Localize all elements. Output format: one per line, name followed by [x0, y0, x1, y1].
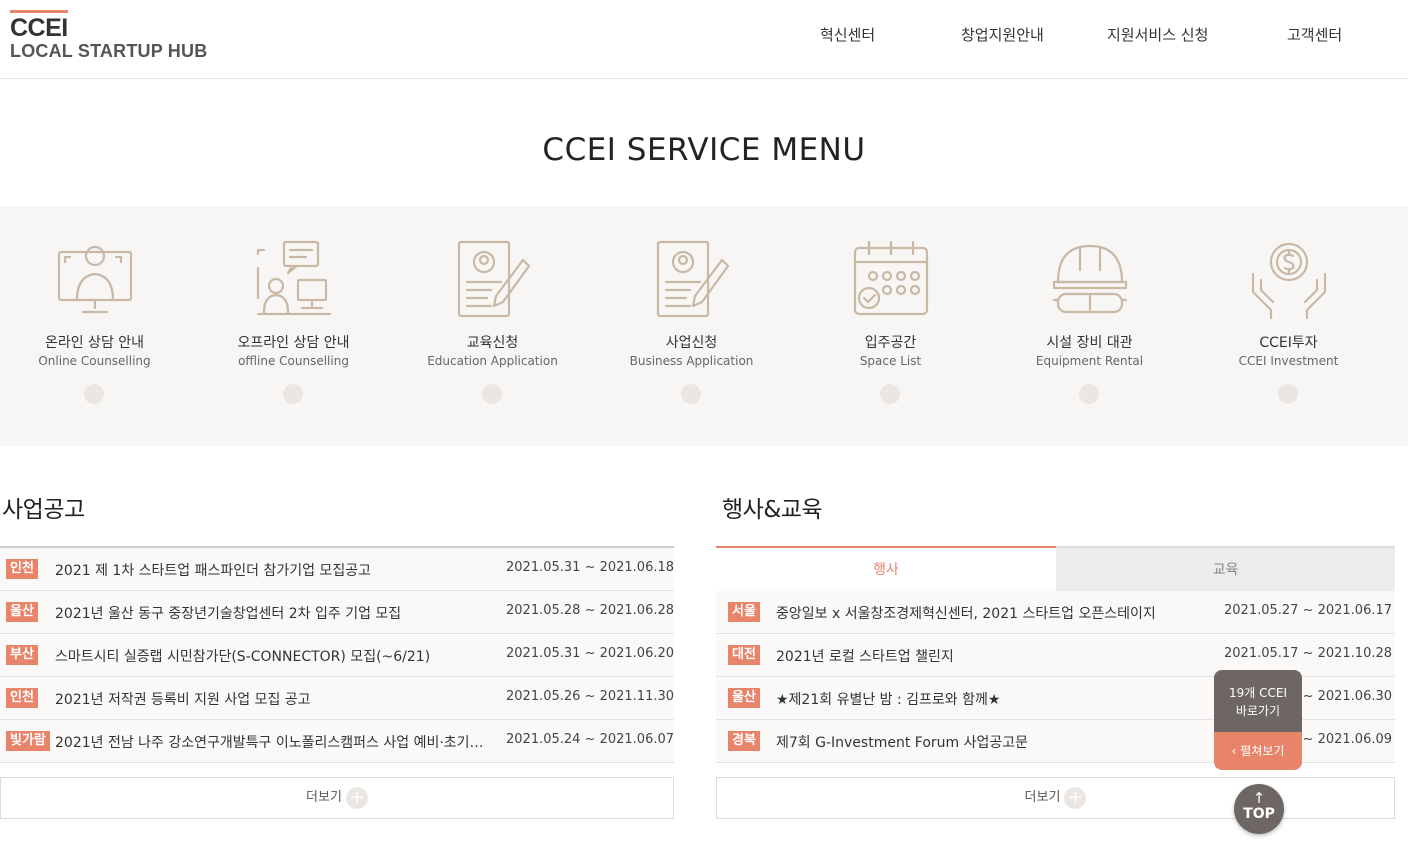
nav-innovation-center[interactable]: 혁신센터 — [820, 24, 875, 45]
notice-row[interactable]: 울산 2021년 울산 동구 중장년기술창업센터 2차 입주 기업 모집 202… — [0, 591, 674, 634]
safety-helmet-icon — [1052, 244, 1128, 314]
service-dot — [84, 384, 104, 404]
notice-period: 2021.05.28 ~ 2021.06.28 — [506, 603, 675, 618]
service-menu-band: 온라인 상담 안내 Online Counselling 오프라인 상담 안내 … — [0, 206, 1408, 446]
notice-title-text: 사업공고 — [2, 497, 85, 523]
site-header: CCEI LOCAL STARTUP HUB 혁신센터 창업지원안내 지원서비스… — [0, 0, 1408, 79]
notice-row[interactable]: 빛가람 2021년 전남 나주 강소연구개발특구 이노폴리스캠퍼스 사업 예비·… — [0, 720, 674, 763]
notice-title[interactable]: 2021년 전남 나주 강소연구개발특구 이노폴리스캠퍼스 사업 예비·초기창업… — [55, 732, 490, 752]
event-tabs: 행사 교육 — [716, 546, 1395, 591]
nav-customer-center[interactable]: 고객센터 — [1287, 24, 1342, 45]
region-badge: 경북 — [728, 731, 760, 751]
notice-title[interactable]: 2021년 울산 동구 중장년기술창업센터 2차 입주 기업 모집 — [55, 603, 495, 623]
quick-expand-button[interactable]: ‹ 펼쳐보기 — [1214, 732, 1302, 770]
notice-list: 인천 2021 제 1차 스타트업 패스파인더 참가기업 모집공고 2021.0… — [0, 546, 674, 763]
event-title[interactable]: 2021년 로컬 스타트업 챌린지 — [776, 646, 1216, 666]
service-dot — [283, 384, 303, 404]
quick-line1: 19개 CCEI — [1228, 686, 1287, 700]
notice-section-title: 사업공고 — [2, 490, 93, 526]
tab-education[interactable]: 교육 — [1056, 546, 1395, 591]
event-period: 2021.05.17 ~ 2021.10.28 — [1224, 646, 1393, 661]
calendar-icon — [853, 240, 929, 316]
region-badge: 서울 — [728, 602, 760, 622]
service-label-en: Online Counselling — [38, 354, 151, 368]
logo-accent-bar — [10, 10, 68, 13]
service-title-text: CCEI SERVICE MENU — [542, 132, 866, 168]
region-badge: 인천 — [6, 559, 38, 579]
service-label-ko: 시설 장비 대관 — [1046, 335, 1133, 351]
online-counselling-icon — [57, 245, 133, 314]
quick-toggle-label: 펼쳐보기 — [1240, 744, 1285, 758]
region-badge: 빛가람 — [6, 731, 50, 751]
event-title[interactable]: 제7회 G-Investment Forum 사업공고문 — [776, 732, 1216, 752]
service-label-en: offline Counselling — [238, 354, 349, 368]
nav-service-application[interactable]: 지원서비스 신청 — [1107, 24, 1208, 45]
notice-period: 2021.05.26 ~ 2021.11.30 — [506, 689, 675, 704]
service-label-ko: 입주공간 — [864, 335, 917, 351]
top-label: TOP — [1243, 806, 1275, 822]
site-logo[interactable]: CCEI LOCAL STARTUP HUB — [10, 10, 207, 62]
service-title: CCEI SERVICE MENU — [520, 130, 888, 172]
service-label-en: Education Application — [427, 354, 558, 368]
more-label: 더보기 — [1024, 790, 1061, 805]
service-label-ko: 교육신청 — [466, 335, 519, 351]
notice-period: 2021.05.31 ~ 2021.06.18 — [506, 560, 675, 575]
event-row[interactable]: 서울 중앙일보 x 서울창조경제혁신센터, 2021 스타트업 오픈스테이지 2… — [716, 591, 1395, 634]
event-title-text: 행사&교육 — [722, 497, 823, 523]
quick-links-panel: 19개 CCEI 바로가기 ‹ 펼쳐보기 — [1214, 670, 1302, 770]
tab-events[interactable]: 행사 — [716, 546, 1056, 591]
event-period: 2021.05.27 ~ 2021.06.17 — [1224, 603, 1393, 618]
arrow-up-icon: ↑ — [1252, 789, 1266, 807]
service-dot — [1278, 384, 1298, 404]
notice-row[interactable]: 부산 스마트시티 실증랩 시민참가단(S-CONNECTOR) 모집(~6/21… — [0, 634, 674, 677]
plus-icon: + — [345, 786, 368, 809]
investment-hands-icon — [1251, 242, 1327, 320]
more-label: 더보기 — [306, 790, 342, 805]
notice-title[interactable]: 2021 제 1차 스타트업 패스파인더 참가기업 모집공고 — [55, 560, 495, 580]
service-label-en: Equipment Rental — [1035, 354, 1144, 368]
service-label-en: CCEI Investment — [1238, 354, 1339, 368]
service-label-en: Business Application — [629, 354, 754, 368]
event-more-button[interactable]: 더보기 + — [716, 777, 1395, 819]
notice-row[interactable]: 인천 2021 제 1차 스타트업 패스파인더 참가기업 모집공고 2021.0… — [0, 548, 674, 591]
region-badge: 울산 — [728, 688, 760, 708]
service-label-ko: CCEI투자 — [1259, 335, 1318, 351]
logo-title: CCEI — [10, 14, 68, 42]
notice-more-button[interactable]: 더보기 + — [0, 777, 674, 819]
service-label-ko: 오프라인 상담 안내 — [237, 335, 350, 351]
region-badge: 인천 — [6, 688, 38, 708]
business-application-icon — [656, 240, 730, 318]
event-section-title: 행사&교육 — [716, 490, 829, 526]
nav-startup-support[interactable]: 창업지원안내 — [961, 24, 1044, 45]
service-label-ko: 온라인 상담 안내 — [44, 335, 145, 351]
notice-period: 2021.05.31 ~ 2021.06.20 — [506, 646, 675, 661]
service-dot — [482, 384, 502, 404]
service-label-ko: 사업신청 — [665, 335, 718, 351]
region-badge: 부산 — [6, 645, 38, 665]
service-title-wrap: CCEI SERVICE MENU — [0, 130, 1408, 172]
service-dot — [1079, 384, 1099, 404]
notice-title[interactable]: 스마트시티 실증랩 시민참가단(S-CONNECTOR) 모집(~6/21) — [55, 646, 495, 666]
region-badge: 울산 — [6, 602, 38, 622]
notice-title[interactable]: 2021년 저작권 등록비 지원 사업 모집 공고 — [55, 689, 495, 709]
logo-subtitle: LOCAL STARTUP HUB — [10, 41, 208, 61]
chevron-left-icon: ‹ — [1231, 744, 1237, 758]
quick-links-button[interactable]: 19개 CCEI 바로가기 — [1214, 670, 1302, 732]
offline-counselling-icon — [256, 240, 332, 316]
notice-period: 2021.05.24 ~ 2021.06.07 — [506, 732, 675, 747]
education-application-icon — [457, 240, 531, 318]
event-title[interactable]: 중앙일보 x 서울창조경제혁신센터, 2021 스타트업 오픈스테이지 — [776, 603, 1216, 623]
service-label-en: Space List — [859, 354, 922, 368]
service-dot — [880, 384, 900, 404]
event-title[interactable]: ★제21회 유별난 밤 : 김프로와 함께★ — [776, 689, 1216, 709]
plus-icon: + — [1064, 786, 1087, 809]
quick-line2: 바로가기 — [1235, 704, 1281, 718]
top-button[interactable]: ↑ TOP — [1234, 784, 1284, 834]
region-badge: 대전 — [728, 645, 760, 665]
service-dot — [681, 384, 701, 404]
notice-row[interactable]: 인천 2021년 저작권 등록비 지원 사업 모집 공고 2021.05.26 … — [0, 677, 674, 720]
